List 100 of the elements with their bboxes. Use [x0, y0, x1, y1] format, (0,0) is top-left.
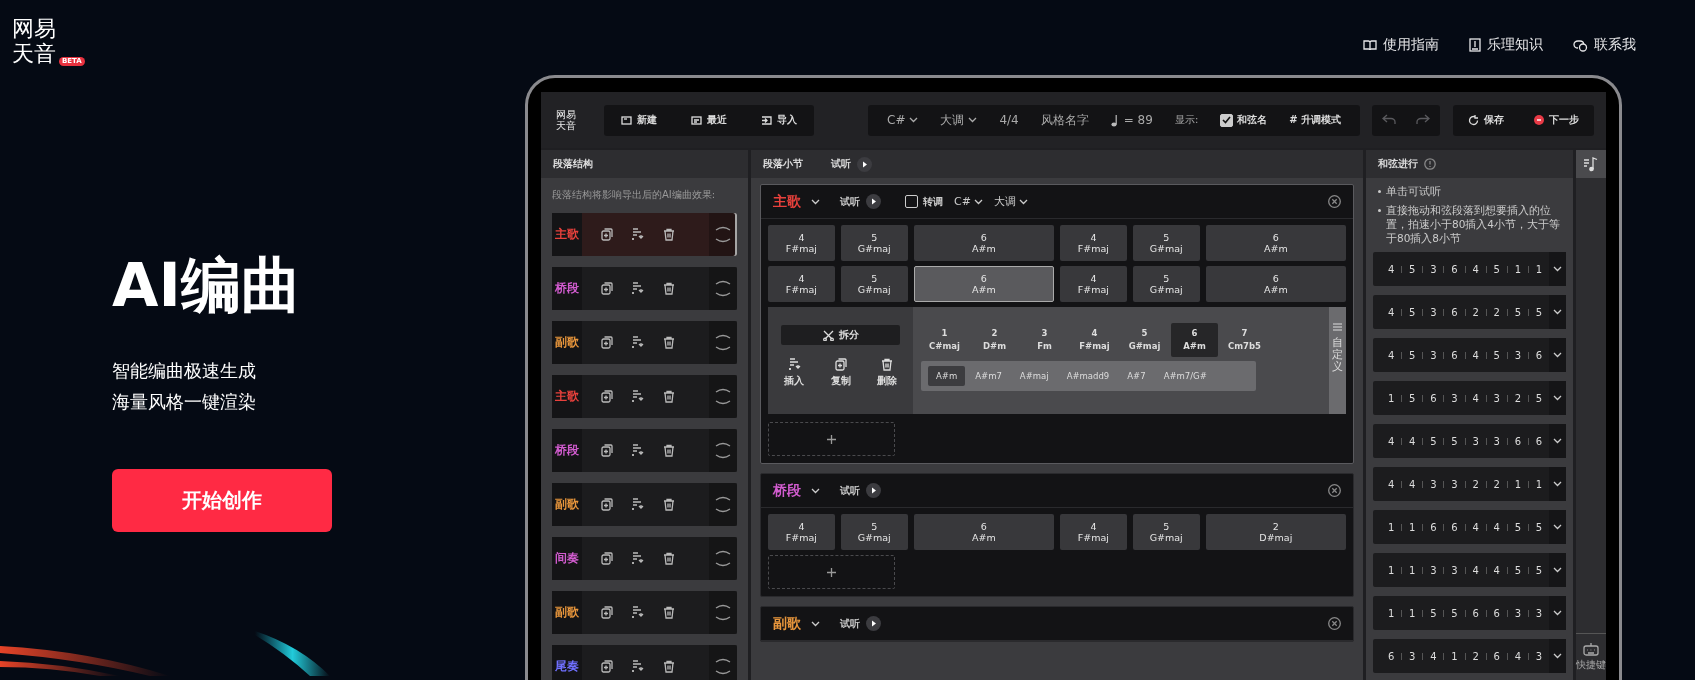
insert-icon: [631, 498, 644, 511]
section-item[interactable]: 副歌: [552, 321, 737, 364]
toolbar-button[interactable]: 新建: [604, 104, 674, 136]
section-item[interactable]: 桥段: [552, 267, 737, 310]
chord-button[interactable]: 5 G#maj: [1132, 225, 1200, 261]
chord-button[interactable]: 6 A#m: [1205, 266, 1346, 302]
chord-button[interactable]: 4 F#maj: [768, 266, 835, 302]
progression-row[interactable]: 1 1 6 6 4 4 5 5: [1373, 510, 1566, 544]
sharp-mode-toggle[interactable]: # 升调模式: [1278, 113, 1353, 127]
chord-button[interactable]: 6 A#m: [1205, 225, 1346, 261]
chord-option[interactable]: 5 G#maj: [1121, 323, 1168, 357]
chord-button[interactable]: 6 A#m: [913, 266, 1054, 302]
chord-button[interactable]: 4 F#maj: [1060, 225, 1127, 261]
progression-row[interactable]: 4 4 5 5 3 3 6 6: [1373, 424, 1566, 458]
start-button[interactable]: 开始创作: [112, 469, 332, 532]
section-item[interactable]: 尾奏: [552, 645, 737, 680]
chord-button[interactable]: 2 D#maj: [1205, 514, 1346, 550]
progression-row[interactable]: 4 5 3 6 2 2 5 5: [1373, 295, 1566, 329]
section-item[interactable]: 主歌: [552, 213, 737, 256]
custom-tab[interactable]: 自定义: [1329, 307, 1346, 414]
chord-button[interactable]: 6 A#m: [913, 225, 1054, 261]
variant-option[interactable]: A#m7/G#: [1155, 366, 1215, 386]
degree-number: 1: [1513, 263, 1523, 275]
toolbar-button[interactable]: 最近: [674, 104, 744, 136]
section-item[interactable]: 桥段: [552, 429, 737, 472]
chord-button[interactable]: 4 F#maj: [1060, 266, 1127, 302]
chord-button[interactable]: 4 F#maj: [768, 514, 835, 550]
mode-dropdown[interactable]: 大调: [929, 111, 989, 129]
variant-option[interactable]: A#7: [1119, 366, 1154, 386]
degree-number: 5: [1408, 263, 1417, 275]
key-dropdown[interactable]: C#: [954, 195, 983, 208]
section-card[interactable]: 桥段 试听 4 F#maj 5 G#maj 6 A#m 4 F#maj 5 G#maj 2 D#maj: [760, 473, 1354, 597]
play-icon: [857, 156, 872, 172]
degree-number: 5: [1513, 564, 1523, 576]
nav-link[interactable]: 乐理知识: [1469, 36, 1543, 54]
chord-button[interactable]: 5 G#maj: [840, 266, 908, 302]
section-card[interactable]: 副歌 试听: [760, 606, 1354, 642]
degree-number: 3: [1450, 392, 1459, 404]
chevron-up-icon: [715, 549, 731, 555]
chord-option[interactable]: 2 D#m: [971, 323, 1018, 357]
chord-option[interactable]: 3 Fm: [1021, 323, 1068, 357]
chevron-up-icon: [715, 495, 731, 501]
section-item[interactable]: 主歌: [552, 375, 737, 418]
degree-number: 3: [1492, 392, 1501, 404]
checkbox[interactable]: [1220, 113, 1234, 127]
variant-option[interactable]: A#maj: [1011, 366, 1057, 386]
variant-option[interactable]: A#m: [928, 366, 966, 386]
chord-option[interactable]: 1 C#maj: [921, 323, 968, 357]
progression-row[interactable]: 4 5 3 6 4 5 3 6: [1373, 338, 1566, 372]
progression-row[interactable]: 1 1 5 5 6 6 3 3: [1373, 596, 1566, 630]
degree-number: 6: [1450, 263, 1459, 275]
degree-number: 4: [1471, 564, 1480, 576]
chord-button[interactable]: 5 G#maj: [840, 225, 908, 261]
chord-button[interactable]: 5 G#maj: [840, 514, 908, 550]
degree-number: 6: [1534, 349, 1544, 361]
progression-row[interactable]: 1 1 3 3 4 4 5 5: [1373, 553, 1566, 587]
toolbar-button[interactable]: 导入: [744, 104, 814, 136]
nav-link[interactable]: 联系我: [1573, 36, 1636, 54]
progression-row[interactable]: 6 3 4 1 2 6 4 3: [1373, 639, 1566, 673]
degree-number: 5: [1534, 392, 1544, 404]
section-label: 副歌: [773, 614, 801, 633]
degree-number: 3: [1534, 650, 1544, 662]
chevron-up-icon: [715, 441, 731, 447]
chord-button[interactable]: 5 G#maj: [1132, 266, 1200, 302]
mode-dropdown[interactable]: 大调: [993, 194, 1028, 209]
chord-button[interactable]: 5 G#maj: [1132, 514, 1200, 550]
action-button[interactable]: 复制: [830, 358, 851, 388]
chord-button[interactable]: 4 F#maj: [1060, 514, 1127, 550]
degree-number: 4: [1471, 349, 1480, 361]
section-item[interactable]: 副歌: [552, 483, 737, 526]
section-item[interactable]: 副歌: [552, 591, 737, 634]
key-dropdown[interactable]: C#: [876, 113, 930, 127]
variant-option[interactable]: A#madd9: [1058, 366, 1118, 386]
section-item[interactable]: 间奏: [552, 537, 737, 580]
file-plus-icon: [621, 115, 632, 125]
save-button[interactable]: 保存: [1453, 104, 1519, 136]
chord-button[interactable]: 4 F#maj: [768, 225, 835, 261]
chord-option[interactable]: 7 Cm7b5: [1221, 323, 1268, 357]
meter-value: 4/4: [998, 113, 1020, 127]
nav-link[interactable]: 使用指南: [1363, 36, 1439, 54]
next-button[interactable]: 下一步: [1519, 104, 1594, 136]
action-button[interactable]: 插入: [784, 358, 804, 388]
degree-number: 6: [1471, 607, 1480, 619]
action-button[interactable]: 删除: [877, 358, 897, 388]
variant-option[interactable]: A#m7: [967, 366, 1010, 386]
chord-list-button[interactable]: [1576, 150, 1606, 178]
progression-row[interactable]: 4 5 3 6 4 5 1 1: [1373, 252, 1566, 286]
chord-option[interactable]: 6 A#m: [1171, 323, 1218, 357]
checkbox[interactable]: [905, 195, 918, 208]
section-card[interactable]: [760, 184, 1354, 464]
chord-option[interactable]: 4 F#maj: [1071, 323, 1118, 357]
split-button[interactable]: 拆分: [781, 325, 900, 345]
progression-row[interactable]: 1 5 6 3 4 3 2 5: [1373, 381, 1566, 415]
chord-button[interactable]: 6 A#m: [913, 514, 1054, 550]
shortcut-button[interactable]: 快捷键: [1576, 633, 1606, 672]
trash-icon: [662, 228, 675, 241]
chevron-down-icon: [1553, 524, 1563, 530]
redo-icon: [1416, 113, 1430, 125]
section-label: 主歌: [773, 192, 801, 211]
progression-row[interactable]: 4 4 3 3 2 2 1 1: [1373, 467, 1566, 501]
